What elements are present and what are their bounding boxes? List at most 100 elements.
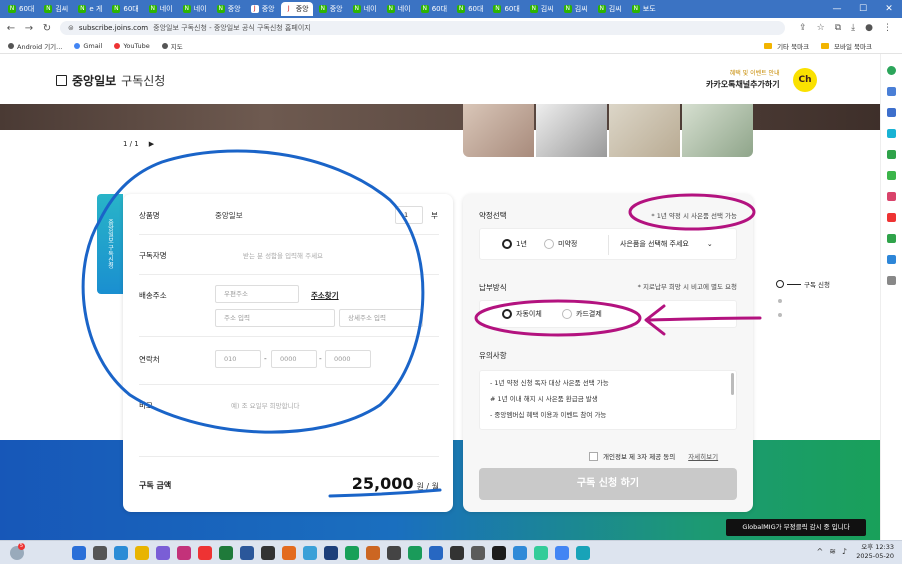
app-icon[interactable] xyxy=(261,546,275,560)
wifi-icon[interactable]: ≋ xyxy=(829,547,836,556)
file-explorer-icon[interactable] xyxy=(135,546,149,560)
minimize-icon[interactable]: — xyxy=(824,4,850,14)
quantity-input[interactable]: 1 xyxy=(395,206,423,224)
bookmark-youtube[interactable]: YouTube xyxy=(114,42,150,50)
browser-tab[interactable]: N 네이 xyxy=(383,2,415,16)
browser-tab[interactable]: N 김씨 xyxy=(526,2,558,16)
browser-tab[interactable]: N 김씨 xyxy=(594,2,626,16)
privacy-detail-link[interactable]: 자세히보기 xyxy=(688,451,718,461)
extensions-icon[interactable]: ⧉ xyxy=(835,23,841,33)
volume-icon[interactable]: ♪ xyxy=(842,547,847,556)
kakao-channel-link[interactable]: 혜택 및 이벤트 안내 카카오톡채널추가하기 xyxy=(706,68,780,90)
word-icon[interactable] xyxy=(240,546,254,560)
browser-tab[interactable]: N 김씨 xyxy=(560,2,592,16)
app-icon[interactable] xyxy=(177,546,191,560)
app-icon[interactable] xyxy=(450,546,464,560)
reload-icon[interactable]: ↻ xyxy=(42,23,52,34)
app-icon[interactable] xyxy=(156,546,170,560)
browser-tab[interactable]: N 네이 xyxy=(145,2,177,16)
app-shortcut-icon[interactable] xyxy=(887,108,896,117)
subscribe-submit-button[interactable]: 구독 신청 하기 xyxy=(479,468,737,500)
step-dot[interactable] xyxy=(778,299,782,303)
clock[interactable]: 오후 12:33 2025-05-20 xyxy=(856,543,894,561)
browser-tab[interactable]: N 중앙 xyxy=(213,2,245,16)
app-icon[interactable] xyxy=(513,546,527,560)
start-icon[interactable] xyxy=(72,546,86,560)
bookmark-maps[interactable]: 지도 xyxy=(161,41,183,51)
detail-address-input[interactable]: 상세주소 입력 xyxy=(339,309,423,327)
notice-box[interactable]: - 1년 약정 신청 독자 대상 사은품 선택 가능 # 1년 이내 해지 시 … xyxy=(479,370,737,430)
zipcode-input[interactable]: 우편주소 xyxy=(215,285,299,303)
browser-tab[interactable]: N 60대 xyxy=(453,2,487,16)
maximize-icon[interactable]: ☐ xyxy=(850,4,876,14)
app-icon[interactable] xyxy=(471,546,485,560)
app-icon[interactable] xyxy=(324,546,338,560)
chevron-up-icon[interactable]: ^ xyxy=(816,547,823,556)
bookmark-android[interactable]: Android 기기... xyxy=(8,41,62,51)
browser-tab[interactable]: N 중앙 xyxy=(315,2,347,16)
app-icon[interactable] xyxy=(429,546,443,560)
find-address-button[interactable]: 주소찾기 xyxy=(311,290,339,301)
step-current[interactable]: 구독 신청 xyxy=(776,279,830,289)
downloads-icon[interactable]: ⤓ xyxy=(851,23,855,33)
search-icon[interactable] xyxy=(93,546,107,560)
side-tag[interactable]: 중앙일보 구독신청 xyxy=(97,194,123,294)
step-dot[interactable] xyxy=(778,313,782,317)
app-icon[interactable] xyxy=(492,546,506,560)
pay-card-radio[interactable]: 카드결제 xyxy=(562,309,602,319)
browser-tab[interactable]: N 네이 xyxy=(179,2,211,16)
address-input[interactable]: 주소 입력 xyxy=(215,309,335,327)
subscriber-name-input[interactable]: 받는 분 성함을 입력해 주세요 xyxy=(243,250,323,260)
browser-tab[interactable]: J 중앙 xyxy=(280,2,313,16)
browser-tab[interactable]: N 네이 xyxy=(349,2,381,16)
app-shortcut-icon[interactable] xyxy=(887,276,896,285)
youtube-icon[interactable] xyxy=(198,546,212,560)
app-shortcut-icon[interactable] xyxy=(887,129,896,138)
browser-tab[interactable]: N 60대 xyxy=(489,2,523,16)
chrome-icon[interactable] xyxy=(555,546,569,560)
menu-icon[interactable]: ⋮ xyxy=(883,23,892,33)
forward-icon[interactable]: → xyxy=(24,23,34,34)
pay-auto-transfer-radio[interactable]: 자동이체 xyxy=(502,309,542,319)
bookmark-folder-other[interactable]: 기타 북마크 xyxy=(764,41,809,51)
phone-prefix-input[interactable]: 010 xyxy=(215,350,261,368)
notice-scrollbar[interactable] xyxy=(731,373,734,395)
kakao-channel-icon[interactable]: Ch xyxy=(793,68,817,92)
next-arrow-icon[interactable]: ▶ xyxy=(149,140,154,148)
browser-tab[interactable]: N 60대 xyxy=(417,2,451,16)
close-icon[interactable]: ✕ xyxy=(876,4,902,14)
app-icon[interactable] xyxy=(408,546,422,560)
app-icon[interactable] xyxy=(345,546,359,560)
app-shortcut-icon[interactable] xyxy=(887,87,896,96)
app-shortcut-icon[interactable] xyxy=(887,171,896,180)
bookmark-gmail[interactable]: Gmail xyxy=(74,42,102,50)
app-icon[interactable] xyxy=(387,546,401,560)
browser-tab[interactable]: N 60대 xyxy=(108,2,142,16)
browser-tab[interactable]: Ne 게 xyxy=(74,2,106,16)
app-shortcut-icon[interactable] xyxy=(887,234,896,243)
excel-icon[interactable] xyxy=(219,546,233,560)
site-info-icon[interactable]: ⊜ xyxy=(68,24,74,32)
contract-none-radio[interactable]: 미약정 xyxy=(544,239,577,249)
browser-tab[interactable]: N 보도 xyxy=(628,2,660,16)
bookmark-star-icon[interactable]: ☆ xyxy=(817,23,825,33)
browser-tab[interactable]: N 60대 xyxy=(4,2,38,16)
contract-1year-radio[interactable]: 1년 xyxy=(502,239,527,249)
browser-tab[interactable]: N 김씨 xyxy=(40,2,72,16)
site-logo[interactable]: 중앙일보 구독신청 xyxy=(56,72,165,89)
phone-last-input[interactable]: 0000 xyxy=(325,350,371,368)
share-icon[interactable]: ⇪ xyxy=(799,23,807,33)
url-field[interactable]: ⊜ subscribe.joins.com 중앙일보 구독신청 - 중앙일보 공… xyxy=(60,21,786,35)
app-shortcut-icon[interactable] xyxy=(887,192,896,201)
bookmark-folder-mobile[interactable]: 모바일 북마크 xyxy=(821,41,872,51)
browser-tab[interactable]: J 중앙 xyxy=(247,2,279,16)
edge-icon[interactable] xyxy=(114,546,128,560)
app-icon[interactable] xyxy=(282,546,296,560)
back-icon[interactable]: ← xyxy=(6,23,16,34)
app-shortcut-icon[interactable] xyxy=(887,150,896,159)
gift-select[interactable]: 사은품을 선택해 주세요 ⌄ xyxy=(620,239,713,249)
memo-input[interactable]: 예) 조 요일부 희망합니다 xyxy=(231,400,300,410)
app-icon[interactable] xyxy=(534,546,548,560)
app-icon[interactable] xyxy=(576,546,590,560)
profile-avatar[interactable]: ● xyxy=(865,23,873,33)
